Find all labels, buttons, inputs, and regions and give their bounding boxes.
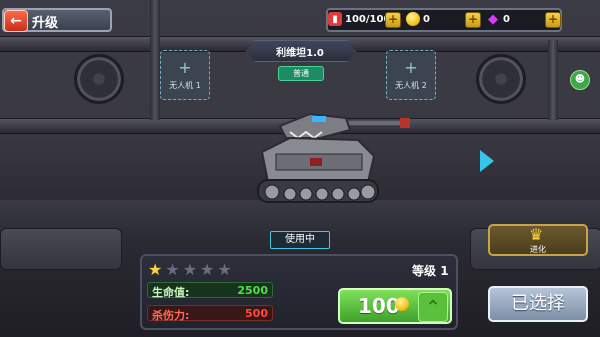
plus-icon: + xyxy=(178,57,192,77)
coin-icon xyxy=(395,297,409,311)
gems-value: 0 xyxy=(503,14,510,25)
crown-icon: ♛ xyxy=(529,225,544,244)
drone-slot-2[interactable]: + 无人机 2 xyxy=(386,50,436,100)
star-empty-icon: ★ xyxy=(165,260,180,279)
wall-fan xyxy=(476,54,526,104)
damage-value: 500 xyxy=(245,307,268,320)
damage-label: 杀伤力: xyxy=(152,309,190,322)
next-tank-arrow-icon[interactable] xyxy=(480,150,494,172)
level-display: 等级 1 xyxy=(412,262,449,279)
hp-stat: 生命值: 2500 xyxy=(147,282,273,299)
hp-value: 2500 xyxy=(237,284,268,297)
select-button[interactable]: 已选择 xyxy=(488,286,588,322)
add-fuel-button[interactable]: + xyxy=(385,12,401,28)
plus-icon: + xyxy=(404,57,418,77)
page-title: 升级 xyxy=(32,16,59,31)
wall-fan xyxy=(74,54,124,104)
back-arrow-icon: ← xyxy=(10,13,22,29)
drone-slot-1-label: 无人机 1 xyxy=(169,80,201,90)
star-empty-icon: ★ xyxy=(182,260,198,279)
fuel-can-icon: ▮ xyxy=(328,12,342,26)
back-button[interactable]: ← xyxy=(4,10,28,32)
add-gems-button[interactable]: + xyxy=(545,12,561,28)
friends-icon[interactable]: ☻ xyxy=(570,70,590,90)
star-filled-icon: ★ xyxy=(148,260,163,279)
drone-slot-2-label: 无人机 2 xyxy=(395,80,427,90)
upgrade-cost: 100 xyxy=(358,294,400,318)
level-label: 等级 xyxy=(412,264,437,278)
rarity-badge: 普通 xyxy=(278,66,324,81)
star-rating: ★ ★ ★ ★ ★ xyxy=(148,262,232,278)
star-empty-icon: ★ xyxy=(200,260,215,279)
star-empty-icon: ★ xyxy=(217,260,232,279)
coin-icon xyxy=(406,12,420,26)
hp-label: 生命值: xyxy=(152,286,190,299)
evolve-label: 进化 xyxy=(530,245,546,254)
tank-illustration xyxy=(257,112,410,203)
coins-value: 0 xyxy=(423,14,430,25)
background-pipe xyxy=(548,40,558,120)
damage-stat: 杀伤力: 500 xyxy=(147,305,273,322)
background-pipe xyxy=(150,0,160,120)
in-use-badge: 使用中 xyxy=(270,231,330,249)
chevron-up-icon: ⌃ xyxy=(418,292,448,322)
drone-slot-1[interactable]: + 无人机 1 xyxy=(160,50,210,100)
fuel-value: 100/100 xyxy=(345,14,391,25)
floor-block xyxy=(0,228,122,270)
gem-icon: ◆ xyxy=(488,11,498,27)
level-value: 1 xyxy=(440,264,449,278)
tank-name: 利维坦1.0 xyxy=(276,48,324,59)
add-coins-button[interactable]: + xyxy=(465,12,481,28)
